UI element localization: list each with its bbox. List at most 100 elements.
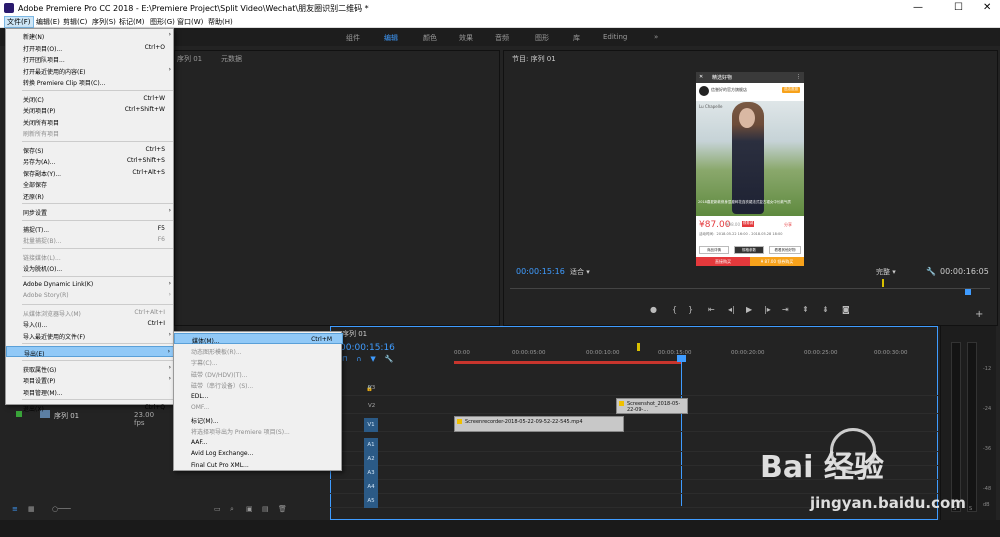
menu-sequence[interactable]: 序列(S) (92, 17, 116, 27)
file-menu-item[interactable]: 保存副本(Y)... Ctrl+Alt+S (6, 167, 175, 178)
track-label: V3 (368, 385, 376, 391)
step-back-icon[interactable]: ◂| (728, 305, 735, 314)
file-menu-item[interactable]: 设为脱机(O)... (6, 262, 175, 273)
workspace-audio[interactable]: 音频 (495, 33, 509, 43)
file-menu-item[interactable]: 导出(E) › (6, 346, 175, 358)
file-menu-item[interactable]: 导入最近使用的文件(F) › (6, 330, 175, 341)
file-menu-item[interactable]: 导入(I)... Ctrl+I (6, 318, 175, 329)
workspace-libraries[interactable]: 库 (573, 33, 580, 43)
file-menu-item[interactable]: 捕捉(T)... F5 (6, 223, 175, 234)
export-menu-item[interactable]: AAF... (174, 437, 343, 448)
lift-icon[interactable]: ⇞ (802, 305, 809, 314)
icon-view-icon[interactable]: ▦ (28, 505, 35, 513)
menu-file[interactable]: 文件(F) (4, 16, 34, 28)
timeline-ruler[interactable]: 00:00 00:00:05:00 00:00:10:00 00:00:15:0… (454, 347, 938, 361)
workspace-editing-custom[interactable]: Editing (603, 33, 627, 41)
file-menu-item[interactable]: 打开项目(O)... Ctrl+O (6, 42, 175, 53)
go-to-in-icon[interactable]: ⇤ (708, 305, 715, 314)
linked-selection-icon[interactable]: ∩ (356, 355, 361, 363)
file-menu-item[interactable]: 转换 Premiere Clip 项目(C)... (6, 76, 175, 87)
export-menu-item[interactable]: 媒体(M)... Ctrl+M (174, 333, 343, 345)
marker-add-icon[interactable]: ▼ (370, 355, 375, 363)
step-forward-icon[interactable]: |▸ (764, 305, 771, 314)
clip-screenrecorder[interactable]: Screenrecorder-2018-05-22-09-52-22-545.m… (454, 416, 624, 432)
file-menu-item[interactable]: 项目设置(P) › (6, 374, 175, 385)
program-current-timecode[interactable]: 00:00:15:16 (516, 267, 565, 276)
playhead-icon[interactable] (965, 289, 971, 295)
file-menu-item[interactable]: 还原(R) (6, 190, 175, 201)
track-label[interactable]: A5 (364, 494, 378, 508)
menu-graphics[interactable]: 图形(G) (150, 17, 175, 27)
export-menu-item[interactable]: Final Cut Pro XML... (174, 460, 343, 471)
export-menu-item[interactable]: 标记(M)... (174, 414, 343, 425)
workspace-color[interactable]: 颜色 (423, 33, 437, 43)
add-button-icon[interactable]: + (975, 309, 983, 320)
file-menu-item[interactable]: 关闭项目(P) Ctrl+Shift+W (6, 104, 175, 115)
minimize-button[interactable]: — (913, 2, 923, 13)
resolution-select[interactable]: 完整 ▾ (876, 267, 918, 277)
work-area-bar[interactable] (454, 361, 682, 364)
close-button[interactable]: ✕ (983, 2, 991, 13)
mark-in-icon[interactable]: { (672, 305, 677, 314)
clip-screenshot[interactable]: Screenshot_2018-05-22-09-... (616, 398, 688, 414)
maximize-button[interactable]: ☐ (954, 2, 963, 13)
zoom-select[interactable]: 适合 ▾ (570, 267, 614, 277)
trash-icon[interactable]: 🗑 (278, 505, 287, 513)
track-label[interactable]: A3 (364, 466, 378, 480)
file-menu-item[interactable]: 获取属性(G) › (6, 363, 175, 374)
file-menu-item[interactable]: 保存(S) Ctrl+S (6, 144, 175, 155)
track-label[interactable]: V1 (364, 418, 378, 432)
workspace-assembly[interactable]: 组件 (346, 33, 360, 43)
export-menu-item[interactable]: Avid Log Exchange... (174, 448, 343, 459)
program-tab[interactable]: 节目: 序列 01 (512, 54, 556, 64)
track-label[interactable]: A4 (364, 480, 378, 494)
file-menu-item[interactable]: 打开团队项目... (6, 53, 175, 64)
export-menu-item[interactable]: EDL... (174, 391, 343, 402)
tab-metadata[interactable]: 元数据 (221, 54, 242, 64)
file-menu-item[interactable]: 关闭(C) Ctrl+W (6, 93, 175, 104)
file-menu-item[interactable]: 另存为(A)... Ctrl+Shift+S (6, 155, 175, 166)
go-to-out-icon[interactable]: ⇥ (782, 305, 789, 314)
mark-out-icon[interactable]: } (688, 305, 693, 314)
track-label[interactable]: A1 (364, 438, 378, 452)
new-bin-icon[interactable]: ▣ (246, 505, 253, 513)
file-menu-item[interactable]: Adobe Dynamic Link(K) › (6, 279, 175, 290)
menu-window[interactable]: 窗口(W) (177, 17, 203, 27)
add-marker-icon[interactable]: ● (650, 305, 657, 314)
program-scrub-bar[interactable] (510, 279, 990, 296)
file-menu-item[interactable]: 同步设置 › (6, 206, 175, 217)
find-icon[interactable]: ⌕ (230, 505, 234, 514)
extract-icon[interactable]: ⇟ (822, 305, 829, 314)
menu-help[interactable]: 帮助(H) (208, 17, 233, 27)
workspace-editing[interactable]: 编辑 (384, 33, 398, 43)
new-item-icon[interactable]: ▤ (262, 505, 269, 513)
track-label[interactable]: A2 (364, 452, 378, 466)
settings-wrench-icon[interactable]: 🔧 (385, 355, 394, 363)
workspace-effects[interactable]: 效果 (459, 33, 473, 43)
file-menu-item[interactable]: 全部保存 (6, 178, 175, 189)
workspace-more-button[interactable]: » (654, 33, 658, 41)
menu-clip[interactable]: 剪辑(C) (63, 17, 87, 27)
watermark-brand: Bai 经验 (760, 450, 884, 485)
menu-separator (22, 399, 173, 400)
file-menu-item[interactable]: 打开最近使用的内容(E) › (6, 65, 175, 76)
file-menu-item[interactable]: 关闭所有项目 (6, 116, 175, 127)
play-icon[interactable]: ▶ (746, 305, 752, 314)
playhead-handle[interactable] (677, 355, 686, 362)
menu-edit[interactable]: 编辑(E) (36, 17, 60, 27)
file-menu-item[interactable]: 项目管理(M)... (6, 386, 175, 397)
timeline-tab[interactable]: 序列 01 (342, 329, 367, 339)
bin-icon[interactable]: ▭ (214, 505, 221, 513)
workspace-graphics[interactable]: 图形 (535, 33, 549, 43)
wrench-icon[interactable]: 🔧 (926, 267, 936, 276)
timeline-marker-icon[interactable] (637, 343, 640, 351)
tab-sequence[interactable]: 序列 01 (177, 54, 202, 64)
file-menu-item[interactable]: 退出(X) Ctrl+Q (6, 402, 175, 413)
menu-marker[interactable]: 标记(M) (119, 17, 145, 27)
file-menu-item[interactable]: 新建(N) › (6, 30, 175, 41)
timeline-timecode[interactable]: 00:00:15:16 (340, 343, 395, 353)
camera-icon[interactable]: ◙ (842, 305, 850, 314)
list-view-icon[interactable]: ≡ (12, 505, 18, 513)
fx-badge-icon (457, 419, 462, 424)
zoom-slider-icon[interactable]: ○─── (52, 505, 71, 513)
